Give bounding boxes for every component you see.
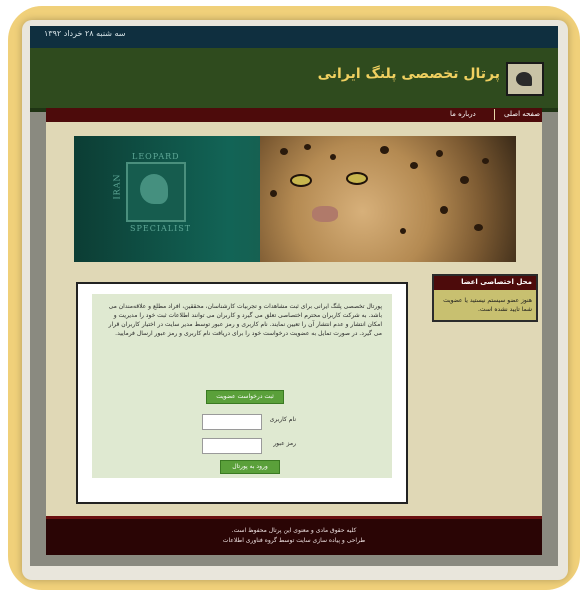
leopard-eye	[290, 174, 312, 187]
site-footer: کلیه حقوق مادی و معنوی این پرتال محفوظ ا…	[46, 516, 542, 555]
leopard-spot	[380, 146, 389, 154]
banner-word: SPECIALIST	[130, 224, 192, 233]
leopard-spot	[410, 162, 418, 169]
leopard-spot	[436, 150, 443, 157]
leopard-eye	[346, 172, 368, 185]
nav-item-home[interactable]: صفحه اصلی	[504, 110, 540, 118]
leopard-spot	[440, 206, 448, 214]
password-input[interactable]	[202, 438, 262, 454]
request-membership-button[interactable]: ثبت درخواست عضویت	[206, 390, 284, 404]
leopard-spot	[270, 190, 277, 197]
portal-page: سه شنبه ۲۸ خرداد ۱۳۹۲ پرتال تخصصی پلنگ ا…	[30, 26, 558, 566]
content-area: LEOPARD IRAN SPECIALIST محل اختصاصی اعضا…	[46, 122, 542, 516]
leopard-spot	[330, 154, 336, 160]
nav-item-about[interactable]: درباره ما	[450, 110, 476, 118]
login-button[interactable]: ورود به پورتال	[220, 460, 280, 474]
leopard-spot	[460, 176, 469, 184]
logo-mark-shape	[516, 72, 532, 86]
banner-word: LEOPARD	[132, 152, 180, 161]
sidebar-header: محل اختصاصی اعضا	[434, 276, 536, 290]
leopard-spot	[304, 144, 311, 150]
leopard-spot	[400, 228, 406, 234]
leopard-spot	[474, 224, 483, 231]
site-header: پرتال تخصصی پلنگ ایرانی	[30, 48, 558, 112]
leopard-nose	[312, 206, 338, 222]
login-panel-inner: پورتال تخصصی پلنگ ایرانی برای ثبت مشاهدا…	[92, 294, 392, 478]
login-panel: پورتال تخصصی پلنگ ایرانی برای ثبت مشاهدا…	[76, 282, 408, 504]
leopard-face-image	[260, 136, 516, 262]
current-date: سه شنبه ۲۸ خرداد ۱۳۹۲	[44, 29, 126, 38]
username-input[interactable]	[202, 414, 262, 430]
leopard-spot	[280, 148, 288, 155]
member-sidebar-box: محل اختصاصی اعضا هنوز عضو سیستم نیستید ی…	[432, 274, 538, 322]
intro-text: پورتال تخصصی پلنگ ایرانی برای ثبت مشاهدا…	[108, 303, 382, 337]
username-label: نام کاربری	[269, 416, 296, 423]
leopard-head-logo-icon	[506, 62, 544, 96]
footer-credits: طراحی و پیاده سازی سایت توسط گروه فناوری…	[222, 537, 366, 544]
sidebar-text: هنوز عضو سیستم نیستید یا عضویت شما تایید…	[443, 297, 532, 313]
footer-copyright: کلیه حقوق مادی و معنوی این پرتال محفوظ ا…	[231, 527, 357, 534]
sidebar-title: محل اختصاصی اعضا	[461, 278, 532, 286]
site-title: پرتال تخصصی پلنگ ایرانی	[317, 66, 500, 82]
banner-word: IRAN	[112, 173, 122, 200]
nav-separator	[494, 109, 495, 120]
leopard-spot	[482, 158, 489, 164]
top-date-bar: سه شنبه ۲۸ خرداد ۱۳۹۲	[30, 26, 558, 48]
banner-cat-silhouette-icon	[140, 174, 168, 204]
password-label: رمز عبور	[273, 440, 296, 447]
persian-leopard-banner: LEOPARD IRAN SPECIALIST	[74, 136, 516, 262]
main-navigation: صفحه اصلی درباره ما	[46, 108, 542, 122]
